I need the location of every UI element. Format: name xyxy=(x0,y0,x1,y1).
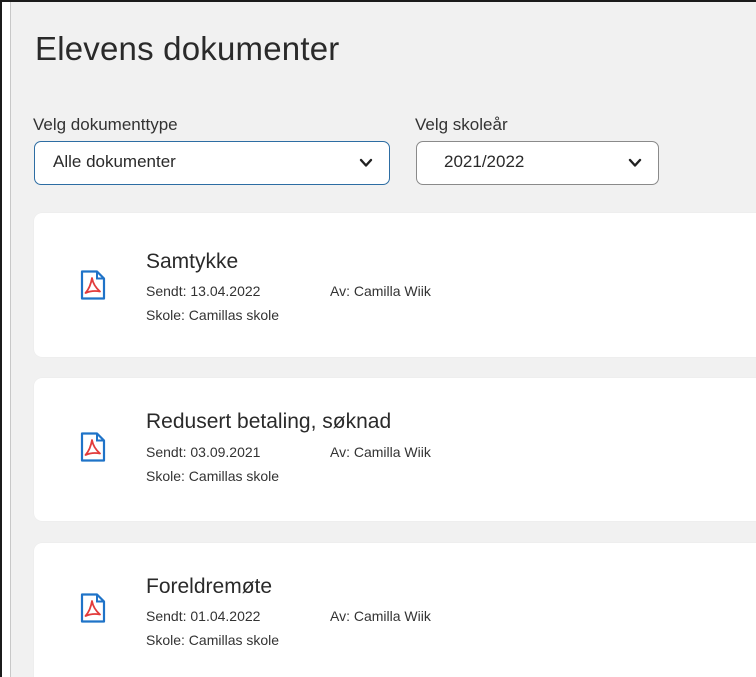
school-year-select[interactable]: 2021/2022 xyxy=(416,141,659,185)
pdf-icon xyxy=(80,432,106,462)
document-card[interactable]: Foreldremøte Sendt: 01.04.2022 Av: Camil… xyxy=(34,543,756,677)
document-author: Av: Camilla Wiik xyxy=(330,283,431,299)
document-sent-date: Sendt: 03.09.2021 xyxy=(146,444,261,460)
doc-type-label: Velg dokumenttype xyxy=(33,115,178,134)
document-author: Av: Camilla Wiik xyxy=(330,444,431,460)
documents-panel: Elevens dokumenter Velg dokumenttype All… xyxy=(10,2,756,677)
page-title: Elevens dokumenter xyxy=(35,30,340,67)
document-sent-date: Sendt: 01.04.2022 xyxy=(146,608,261,624)
school-year-value: 2021/2022 xyxy=(444,152,525,171)
document-author: Av: Camilla Wiik xyxy=(330,608,431,624)
school-year-label: Velg skoleår xyxy=(415,115,508,134)
doc-type-value: Alle dokumenter xyxy=(53,152,176,171)
document-title: Redusert betaling, søknad xyxy=(146,410,392,433)
document-card[interactable]: Redusert betaling, søknad Sendt: 03.09.2… xyxy=(34,378,756,521)
pdf-icon xyxy=(80,593,106,623)
document-school: Skole: Camillas skole xyxy=(146,307,280,323)
chevron-down-icon xyxy=(628,158,642,167)
document-school: Skole: Camillas skole xyxy=(146,632,280,648)
document-title: Foreldremøte xyxy=(146,575,273,598)
document-sent-date: Sendt: 13.04.2022 xyxy=(146,283,261,299)
document-school: Skole: Camillas skole xyxy=(146,468,280,484)
document-title: Samtykke xyxy=(146,250,239,273)
chevron-down-icon xyxy=(359,158,373,167)
document-card[interactable]: Samtykke Sendt: 13.04.2022 Av: Camilla W… xyxy=(34,213,756,357)
doc-type-select[interactable]: Alle dokumenter xyxy=(34,141,390,185)
pdf-icon xyxy=(80,270,106,300)
